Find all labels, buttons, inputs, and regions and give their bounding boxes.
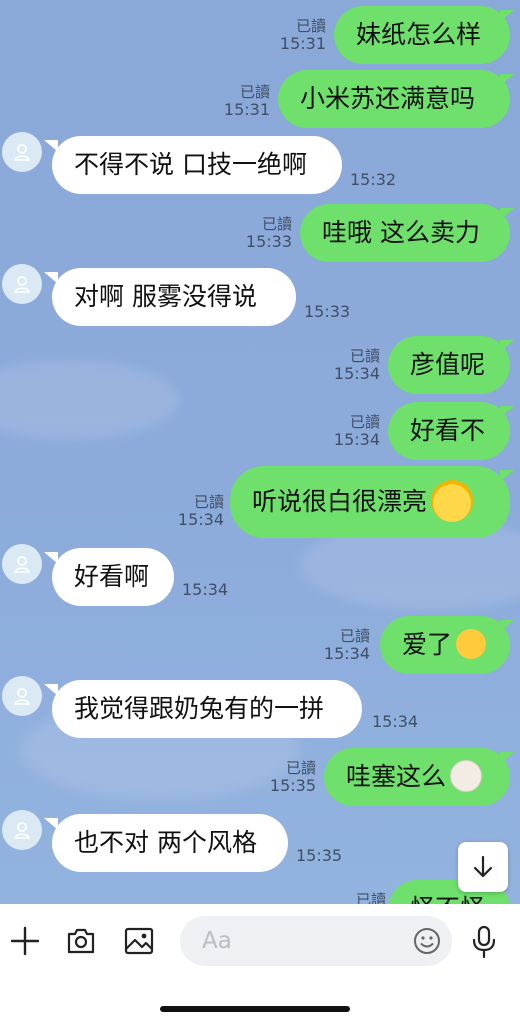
emoji-button[interactable] bbox=[410, 924, 444, 958]
message-time: 15:35 bbox=[296, 846, 343, 865]
scroll-to-bottom-button[interactable] bbox=[458, 842, 508, 892]
person-icon bbox=[14, 144, 30, 161]
avatar[interactable] bbox=[2, 810, 42, 850]
heart-eyes-emoji-icon bbox=[456, 629, 487, 659]
image-icon bbox=[124, 927, 154, 955]
message-time: 15:31 bbox=[223, 100, 270, 119]
message-text: 听说很白很漂亮 bbox=[252, 487, 428, 516]
read-receipt: 已讀 bbox=[239, 83, 270, 101]
bubble-tail bbox=[500, 620, 514, 632]
avatar[interactable] bbox=[2, 132, 42, 172]
camera-icon bbox=[67, 928, 95, 954]
camera-button[interactable] bbox=[62, 922, 100, 960]
message-time: 15:34 bbox=[333, 430, 380, 449]
outgoing-message-bubble[interactable]: 哇哦 这么卖力 bbox=[300, 204, 510, 262]
message-text: 妹纸怎么样 bbox=[356, 20, 482, 49]
microphone-icon bbox=[472, 925, 496, 959]
avatar[interactable] bbox=[2, 676, 42, 716]
bubble-tail bbox=[500, 752, 514, 764]
message-time: 15:33 bbox=[245, 232, 292, 251]
outgoing-message-bubble[interactable]: 好看不 bbox=[388, 402, 510, 460]
chat-area[interactable]: 已讀 15:31 妹纸怎么样 已讀 15:31 小米苏还满意吗 不得不说 口技一… bbox=[0, 0, 520, 904]
read-receipt: 已讀 bbox=[349, 413, 380, 431]
message-meta: 已讀 15:34 bbox=[312, 627, 370, 663]
message-time: 15:34 bbox=[323, 644, 370, 663]
person-icon bbox=[14, 556, 30, 573]
message-meta: 已讀 15:34 bbox=[322, 347, 380, 383]
read-receipt: 已讀 bbox=[339, 627, 370, 645]
message-time: 15:33 bbox=[304, 302, 351, 321]
message-text: 怪不怪 bbox=[410, 894, 485, 904]
person-icon bbox=[14, 688, 30, 705]
message-text: 也不对 两个风格 bbox=[74, 828, 257, 857]
home-indicator bbox=[160, 1006, 350, 1012]
read-receipt: 已讀 bbox=[261, 215, 292, 233]
avatar[interactable] bbox=[2, 544, 42, 584]
message-text: 不得不说 口技一绝啊 bbox=[74, 150, 307, 179]
message-text: 哇塞这么 bbox=[346, 762, 447, 791]
bubble-tail bbox=[500, 74, 514, 86]
read-receipt: 已讀 bbox=[193, 493, 224, 511]
outgoing-message-bubble[interactable]: 哇塞这么 bbox=[324, 748, 510, 806]
image-button[interactable] bbox=[120, 922, 158, 960]
incoming-message-bubble[interactable]: 也不对 两个风格 bbox=[52, 814, 288, 872]
add-button[interactable] bbox=[8, 922, 42, 960]
outgoing-message-bubble[interactable]: 小米苏还满意吗 bbox=[278, 70, 510, 128]
bubble-tail bbox=[500, 470, 514, 482]
bubble-tail bbox=[500, 406, 514, 418]
cow-emoji-icon bbox=[450, 760, 483, 792]
sparkle-face-emoji-icon bbox=[431, 480, 474, 522]
voice-button[interactable] bbox=[466, 922, 502, 962]
message-text: 哇哦 这么卖力 bbox=[322, 218, 480, 247]
read-receipt: 已讀 bbox=[355, 891, 386, 905]
read-receipt: 已讀 bbox=[285, 759, 316, 777]
message-meta: 已讀 15:34 bbox=[322, 413, 380, 449]
incoming-message-bubble[interactable]: 好看啊 bbox=[52, 548, 174, 606]
smiley-icon bbox=[414, 928, 440, 954]
outgoing-message-bubble[interactable]: 爱了 bbox=[380, 616, 510, 674]
message-text: 对啊 服雾没得说 bbox=[74, 282, 257, 311]
message-text: 爱了 bbox=[402, 630, 453, 659]
bubble-tail bbox=[500, 208, 514, 220]
message-time: 15:34 bbox=[372, 712, 419, 731]
incoming-message-bubble[interactable]: 我觉得跟奶兔有的一拼 bbox=[52, 680, 362, 738]
input-placeholder: Aa bbox=[202, 928, 232, 954]
message-meta: 已讀 15:33 bbox=[234, 215, 292, 251]
message-time: 15:32 bbox=[350, 170, 397, 189]
message-text: 彦值呢 bbox=[410, 350, 486, 379]
message-time: 15:34 bbox=[333, 364, 380, 383]
person-icon bbox=[14, 822, 30, 839]
outgoing-message-bubble[interactable]: 彦值呢 bbox=[388, 336, 510, 394]
message-meta: 已讀 bbox=[336, 891, 386, 905]
outgoing-message-bubble[interactable]: 妹纸怎么样 bbox=[334, 6, 510, 64]
message-time: 15:34 bbox=[177, 510, 224, 529]
background-cloud bbox=[0, 360, 180, 440]
person-icon bbox=[14, 276, 30, 293]
outgoing-message-bubble[interactable]: 听说很白很漂亮 bbox=[230, 466, 510, 538]
bubble-tail bbox=[500, 340, 514, 352]
incoming-message-bubble[interactable]: 对啊 服雾没得说 bbox=[52, 268, 296, 326]
message-text: 我觉得跟奶兔有的一拼 bbox=[74, 694, 325, 723]
message-text: 好看啊 bbox=[74, 562, 150, 591]
message-meta: 已讀 15:34 bbox=[166, 493, 224, 529]
message-time: 15:31 bbox=[279, 34, 326, 53]
message-time: 15:35 bbox=[269, 776, 316, 795]
arrow-down-icon bbox=[473, 855, 493, 878]
message-meta: 已讀 15:35 bbox=[258, 759, 316, 795]
message-time: 15:34 bbox=[182, 580, 229, 599]
bubble-tail bbox=[500, 10, 514, 22]
incoming-message-bubble[interactable]: 不得不说 口技一绝啊 bbox=[52, 136, 342, 194]
message-meta: 已讀 15:31 bbox=[212, 83, 270, 119]
message-meta: 已讀 15:31 bbox=[268, 17, 326, 53]
avatar[interactable] bbox=[2, 264, 42, 304]
message-text: 小米苏还满意吗 bbox=[300, 84, 476, 113]
message-text: 好看不 bbox=[410, 416, 486, 445]
read-receipt: 已讀 bbox=[349, 347, 380, 365]
plus-icon bbox=[10, 926, 40, 956]
read-receipt: 已讀 bbox=[295, 17, 326, 35]
